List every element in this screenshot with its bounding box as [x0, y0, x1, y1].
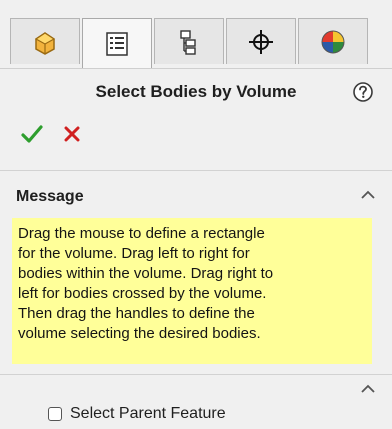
- message-line: Then drag the handles to define the: [18, 305, 255, 322]
- tab-display-manager[interactable]: [298, 18, 368, 64]
- chevron-up-icon: [361, 190, 375, 199]
- message-text-box: Drag the mouse to define a rectangle for…: [12, 218, 372, 364]
- message-collapse-button[interactable]: [358, 188, 378, 202]
- select-parent-feature-label[interactable]: Select Parent Feature: [70, 405, 226, 423]
- message-line: bodies within the volume. Drag right to: [18, 265, 274, 282]
- select-parent-feature-checkbox[interactable]: [48, 407, 62, 421]
- tab-dimxpert-manager[interactable]: [226, 18, 296, 64]
- property-manager-panel: Select Bodies by Volume Message Drag the…: [0, 0, 392, 429]
- tab-property-manager[interactable]: [82, 18, 152, 68]
- action-buttons: [18, 120, 138, 150]
- tab-feature-manager[interactable]: [10, 18, 80, 64]
- section-divider: [0, 374, 392, 375]
- section-divider: [0, 170, 392, 171]
- help-button[interactable]: [352, 81, 374, 103]
- message-line: volume selecting the desired bodies.: [18, 325, 261, 342]
- dimxpert-manager-icon: [249, 29, 273, 54]
- chevron-up-icon: [361, 384, 375, 393]
- display-manager-icon: [321, 30, 345, 53]
- ok-button[interactable]: [18, 120, 46, 148]
- help-question-icon: [353, 82, 373, 102]
- tab-strip-divider: [0, 68, 392, 69]
- page-title: Select Bodies by Volume: [95, 82, 297, 101]
- select-parent-feature-row[interactable]: Select Parent Feature: [48, 404, 226, 424]
- panel-header: Select Bodies by Volume: [0, 72, 392, 112]
- close-icon: [64, 126, 80, 142]
- options-section-header[interactable]: [0, 378, 392, 402]
- message-section-title: Message: [16, 188, 84, 205]
- manager-tabs: [10, 18, 380, 68]
- message-line: Drag the mouse to define a rectangle: [18, 225, 265, 242]
- message-line: for the volume. Drag left to right for: [18, 245, 250, 262]
- message-section-header[interactable]: Message: [0, 180, 392, 214]
- checkmark-icon: [21, 125, 43, 143]
- options-collapse-button[interactable]: [358, 382, 378, 396]
- property-manager-icon: [106, 31, 128, 56]
- configuration-manager-icon: [180, 29, 196, 55]
- feature-manager-icon: [34, 31, 56, 55]
- cancel-button[interactable]: [58, 120, 86, 148]
- tab-configuration-manager[interactable]: [154, 18, 224, 64]
- message-line: left for bodies crossed by the volume.: [18, 285, 267, 302]
